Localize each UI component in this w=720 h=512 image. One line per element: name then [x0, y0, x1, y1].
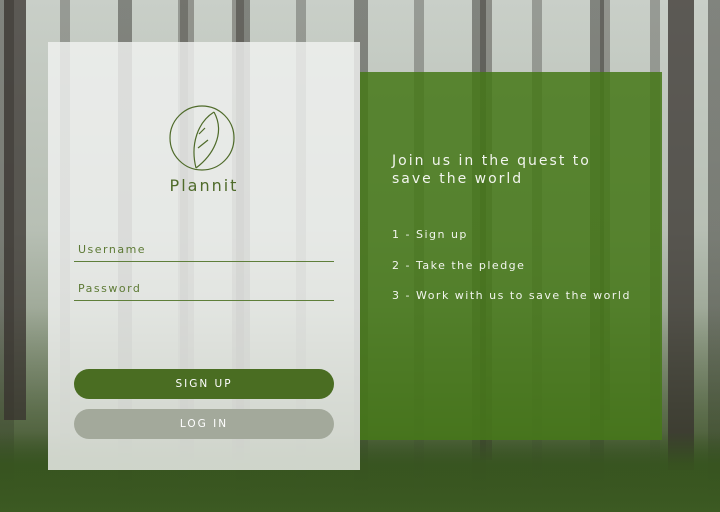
- username-field-wrapper: [74, 238, 334, 262]
- password-field-wrapper: [74, 277, 334, 301]
- tagline: Join us in the quest to save the world: [392, 153, 591, 187]
- step-item: 1 - Sign up: [392, 228, 468, 241]
- leaf-logo-icon: [169, 105, 235, 171]
- password-input[interactable]: [74, 277, 334, 300]
- tree-trunk: [4, 0, 26, 420]
- step-item: 3 - Work with us to save the world: [392, 289, 631, 302]
- info-panel: Join us in the quest to save the world 1…: [360, 72, 662, 440]
- username-input[interactable]: [74, 238, 334, 261]
- step-item: 2 - Take the pledge: [392, 258, 526, 272]
- steps-list: 1 - Sign up 2 - Take the pledge 3 - Work…: [392, 228, 631, 320]
- tree-trunk: [668, 0, 694, 470]
- log-in-button[interactable]: LOG IN: [74, 409, 334, 439]
- login-card: Plannit SIGN UP LOG IN: [48, 42, 360, 470]
- sign-up-button[interactable]: SIGN UP: [74, 369, 334, 399]
- brand-name: Plannit: [169, 176, 239, 195]
